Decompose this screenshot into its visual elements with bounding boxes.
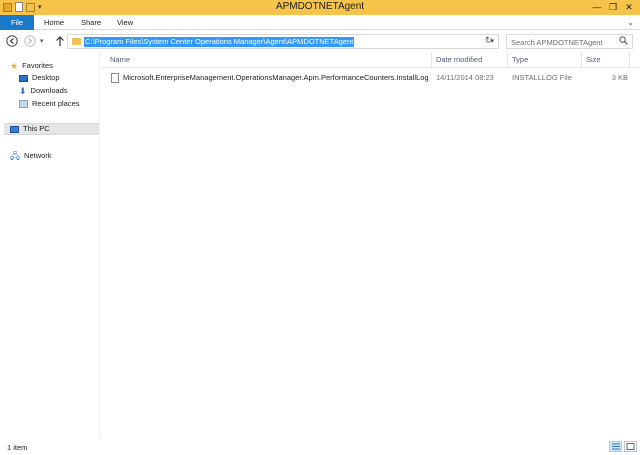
restore-button[interactable]: ❐ [605, 1, 621, 13]
column-date-modified[interactable]: Date modified [433, 52, 508, 68]
expand-ribbon-icon[interactable]: ⌄ [627, 18, 634, 27]
column-name[interactable]: Name [107, 52, 432, 68]
tab-home[interactable]: Home [44, 15, 64, 30]
status-bar: 1 item [0, 438, 640, 455]
nav-downloads-label: Downloads [30, 86, 68, 95]
column-type[interactable]: Type [509, 52, 582, 68]
nav-favorites[interactable]: ★ Favorites [10, 60, 53, 72]
address-row: ▾ C:\Program Files\System Center Operati… [0, 31, 640, 52]
desktop-icon [19, 74, 28, 82]
recent-locations-icon[interactable]: ▾ [40, 36, 44, 48]
file-size: 3 KB [611, 73, 628, 82]
network-icon: 🖧 [10, 151, 21, 161]
title-bar: ▾ APMDOTNETAgent — ❐ ✕ [0, 0, 640, 15]
tab-share[interactable]: Share [81, 15, 101, 30]
file-date-modified: 14/11/2014 08:23 [436, 73, 494, 82]
nav-desktop[interactable]: Desktop [19, 72, 60, 84]
address-bar[interactable]: C:\Program Files\System Center Operation… [67, 34, 499, 49]
nav-recent-places[interactable]: Recent places [19, 98, 80, 110]
column-size[interactable]: Size [583, 52, 630, 68]
item-count: 1 item [7, 443, 28, 452]
computer-icon [10, 125, 19, 133]
back-button[interactable] [6, 35, 18, 50]
file-type: INSTALLLOG File [512, 73, 572, 82]
tab-file[interactable]: File [0, 15, 34, 30]
search-box[interactable]: Search APMDOTNETAgent [506, 34, 633, 49]
nav-this-pc[interactable]: This PC [4, 123, 99, 135]
star-icon: ★ [10, 61, 19, 71]
up-arrow-icon[interactable] [55, 35, 65, 50]
nav-desktop-label: Desktop [32, 73, 60, 82]
nav-recent-places-label: Recent places [32, 99, 80, 108]
search-input[interactable]: Search APMDOTNETAgent [511, 38, 603, 47]
minimize-button[interactable]: — [589, 1, 605, 13]
close-button[interactable]: ✕ [621, 1, 637, 13]
nav-network[interactable]: 🖧 Network [10, 150, 52, 162]
large-icons-view-button[interactable] [624, 441, 637, 452]
file-icon [111, 73, 119, 83]
ribbon: File Home Share View ⌄ [0, 15, 640, 30]
recent-places-icon [19, 100, 28, 108]
file-list: Name Date modified Type Size Microsoft.E… [101, 52, 640, 438]
navigation-pane: ★ Favorites Desktop ⬇ Downloads Recent p… [0, 52, 100, 438]
tab-view[interactable]: View [117, 15, 133, 30]
refresh-icon[interactable]: ↻ [485, 35, 493, 46]
downloads-icon: ⬇ [19, 86, 27, 96]
nav-network-label: Network [24, 151, 52, 160]
file-name: Microsoft.EnterpriseManagement.Operation… [123, 73, 429, 82]
nav-favorites-label: Favorites [22, 61, 53, 70]
search-icon[interactable] [619, 36, 628, 47]
window-title: APMDOTNETAgent [275, 1, 365, 12]
address-path[interactable]: C:\Program Files\System Center Operation… [84, 37, 355, 47]
forward-button[interactable] [24, 35, 36, 50]
nav-this-pc-label: This PC [23, 124, 50, 133]
column-headers: Name Date modified Type Size [101, 52, 640, 68]
table-row[interactable]: Microsoft.EnterpriseManagement.Operation… [101, 72, 640, 84]
folder-icon [72, 38, 81, 45]
nav-downloads[interactable]: ⬇ Downloads [19, 85, 68, 97]
details-view-button[interactable] [609, 441, 622, 452]
